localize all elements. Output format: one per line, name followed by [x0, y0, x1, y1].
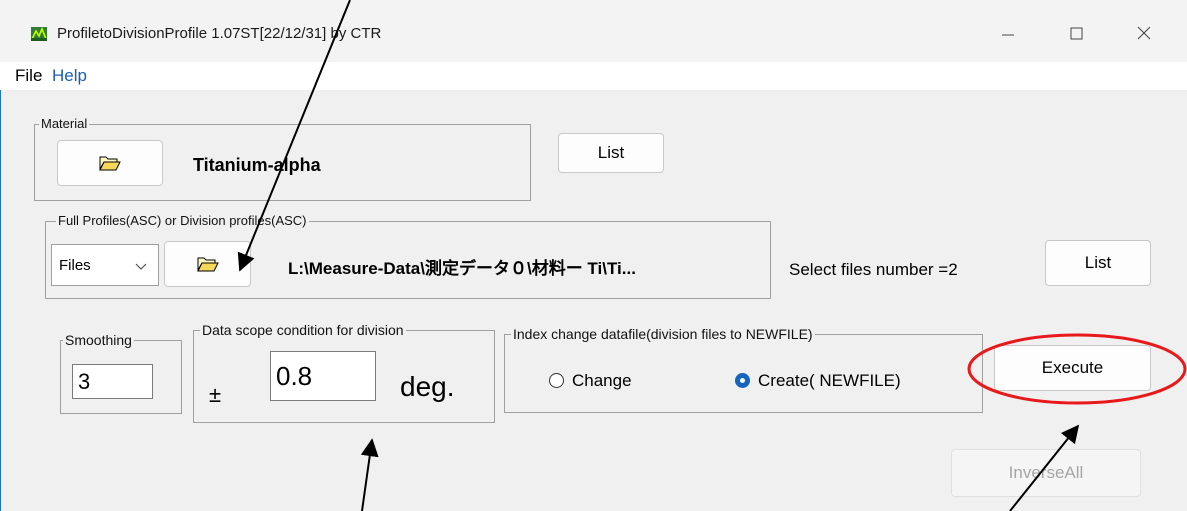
annotation-arrow-scope — [360, 438, 379, 511]
app-window: ProfiletoDivisionProfile 1.07ST[22/12/31… — [0, 0, 1187, 511]
annotation-arrow-inverse — [1009, 424, 1080, 511]
annotation-circle-execute — [967, 333, 1187, 405]
annotation-arrow-folder — [237, 0, 351, 272]
annotation-overlay — [237, 0, 1187, 511]
